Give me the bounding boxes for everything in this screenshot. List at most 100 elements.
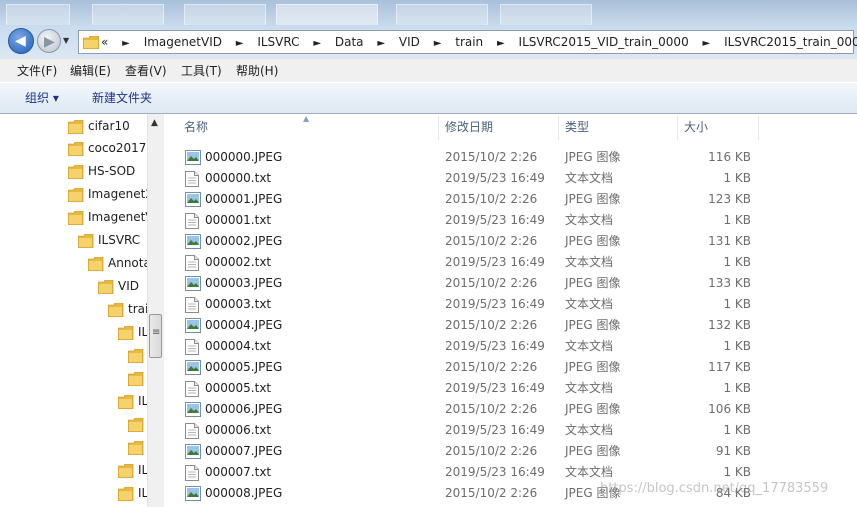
nav-tree-label: IL [138,325,147,339]
column-header-type[interactable]: 类型 [565,114,589,140]
column-divider[interactable] [558,116,559,140]
file-row[interactable]: 000001.JPEG 2015/10/2 2:26 JPEG 图像 123 KB [168,189,857,210]
scroll-up-arrow-icon[interactable]: ▲ [151,118,158,128]
file-type: 文本文档 [565,465,614,479]
file-date: 2019/5/23 16:49 [445,381,545,395]
file-name: 000005.txt [205,381,272,395]
nav-tree-label: IL [138,486,147,500]
menu-tools[interactable]: 工具(T) [181,63,222,79]
breadcrumb-item[interactable]: train [455,35,483,49]
menu-edit[interactable]: 编辑(E) [70,63,111,79]
nav-tree-label: Annota [108,256,147,270]
file-date: 2015/10/2 2:26 [445,444,538,458]
nav-tree-label: IL [138,463,147,477]
file-type: JPEG 图像 [565,444,621,458]
column-divider[interactable] [438,116,439,140]
file-date: 2015/10/2 2:26 [445,150,538,164]
taskbar-tab [92,4,164,25]
chevron-right-icon[interactable]: ► [122,38,130,49]
image-file-icon [185,486,201,501]
scrollbar-thumb[interactable]: ≡ [149,314,162,358]
nav-tree-label: ILSVRC [98,233,141,247]
organize-button[interactable]: 组织 ▾ [25,90,59,106]
file-row[interactable]: 000003.JPEG 2015/10/2 2:26 JPEG 图像 133 KB [168,273,857,294]
file-row[interactable]: 000004.JPEG 2015/10/2 2:26 JPEG 图像 132 KB [168,315,857,336]
file-row[interactable]: 000003.txt 2019/5/23 16:49 文本文档 1 KB [168,294,857,315]
chevron-right-icon[interactable]: ► [236,38,244,49]
chevron-right-icon[interactable]: ► [377,38,385,49]
file-size: 133 KB [708,276,751,290]
column-header-size[interactable]: 大小 [684,114,708,140]
new-folder-button[interactable]: 新建文件夹 [92,90,152,106]
file-name: 000003.txt [205,297,272,311]
file-row[interactable]: 000007.txt 2019/5/23 16:49 文本文档 1 KB [168,462,857,483]
breadcrumb-item[interactable]: ILSVRC2015_train_00000000 [724,35,857,49]
navigation-pane-scrollbar[interactable]: ▲ ≡ [147,114,164,507]
chevron-right-icon[interactable]: ► [434,38,442,49]
file-type: JPEG 图像 [565,192,621,206]
breadcrumb-item[interactable]: ILSVRC [257,35,299,49]
file-name: 000004.JPEG [205,318,283,332]
arrow-left-icon: ◀ [15,33,26,49]
file-row[interactable]: 000004.txt 2019/5/23 16:49 文本文档 1 KB [168,336,857,357]
column-divider[interactable] [758,116,759,140]
folder-icon [117,394,134,416]
file-size: 116 KB [708,150,751,164]
folder-icon [83,36,99,49]
image-file-icon [185,192,201,207]
file-date: 2019/5/23 16:49 [445,213,545,227]
text-file-icon [185,465,201,481]
breadcrumb-item[interactable]: VID [399,35,420,49]
chevron-right-icon[interactable]: ► [313,38,321,49]
folder-icon [97,279,114,301]
column-header-name[interactable]: 名称 [184,114,208,140]
chevron-right-icon[interactable]: ► [703,38,711,49]
taskbar-tab [396,4,488,25]
menu-bar: 文件(F) 编辑(E) 查看(V) 工具(T) 帮助(H) [0,58,857,83]
recent-pages-dropdown-icon[interactable]: ▼ [63,36,73,46]
file-row[interactable]: 000007.JPEG 2015/10/2 2:26 JPEG 图像 91 KB [168,441,857,462]
forward-button[interactable]: ▶ [37,29,61,53]
file-size: 123 KB [708,192,751,206]
file-name: 000005.JPEG [205,360,283,374]
navigation-pane[interactable]: cifar10 coco2017 HS-SOD Imagenet2 ImagenetV I… [0,114,147,507]
breadcrumb-overflow[interactable]: « [101,35,108,49]
file-row[interactable]: 000002.txt 2019/5/23 16:49 文本文档 1 KB [168,252,857,273]
file-type: 文本文档 [565,213,614,227]
text-file-icon [185,213,201,229]
file-row[interactable]: 000006.txt 2019/5/23 16:49 文本文档 1 KB [168,420,857,441]
file-date: 2015/10/2 2:26 [445,402,538,416]
breadcrumb-item[interactable]: ILSVRC2015_VID_train_0000 [519,35,689,49]
file-size: 131 KB [708,234,751,248]
column-header-date[interactable]: 修改日期 [445,114,493,140]
nav-tree-label: IL [138,394,147,408]
file-name: 000006.txt [205,423,272,437]
file-row[interactable]: 000000.txt 2019/5/23 16:49 文本文档 1 KB [168,168,857,189]
address-bar[interactable]: « ► ImagenetVID ► ILSVRC ► Data ► VID ► … [78,30,857,54]
menu-file[interactable]: 文件(F) [17,63,57,79]
back-button[interactable]: ◀ [8,28,34,54]
breadcrumb-item[interactable]: Data [335,35,364,49]
nav-tree-label: coco2017 [88,141,147,155]
folder-icon [127,348,144,370]
menu-help[interactable]: 帮助(H) [236,63,278,79]
menu-view[interactable]: 查看(V) [125,63,167,79]
file-row[interactable]: 000001.txt 2019/5/23 16:49 文本文档 1 KB [168,210,857,231]
file-date: 2015/10/2 2:26 [445,486,538,500]
file-name: 000001.JPEG [205,192,283,206]
folder-icon [67,119,84,141]
file-row[interactable]: 000005.txt 2019/5/23 16:49 文本文档 1 KB [168,378,857,399]
text-file-icon [185,423,201,439]
file-row[interactable]: 000000.JPEG 2015/10/2 2:26 JPEG 图像 116 KB [168,147,857,168]
file-size: 117 KB [708,360,751,374]
chevron-right-icon[interactable]: ► [497,38,505,49]
breadcrumb-item[interactable]: ImagenetVID [144,35,222,49]
file-row[interactable]: 000005.JPEG 2015/10/2 2:26 JPEG 图像 117 KB [168,357,857,378]
file-row[interactable]: 000002.JPEG 2015/10/2 2:26 JPEG 图像 131 KB [168,231,857,252]
file-name: 000001.txt [205,213,272,227]
image-file-icon [185,444,201,459]
file-size: 91 KB [715,444,751,458]
file-row[interactable]: 000006.JPEG 2015/10/2 2:26 JPEG 图像 106 KB [168,399,857,420]
column-divider[interactable] [677,116,678,140]
window-title-bar [0,0,857,26]
